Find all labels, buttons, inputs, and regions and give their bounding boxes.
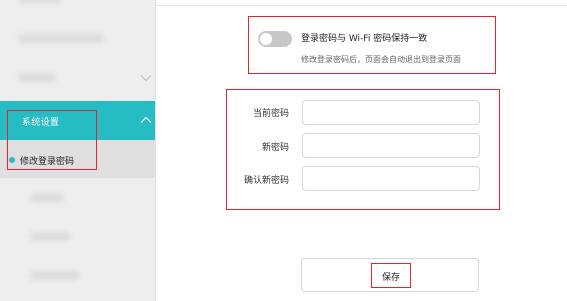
highlight-box-sidebar	[7, 110, 97, 170]
confirm-password-label: 确认新密码	[243, 176, 289, 186]
sidebar-divider	[155, 0, 156, 301]
highlight-box-save	[371, 263, 411, 288]
sidebar-item-blurred[interactable]	[18, 0, 62, 3]
current-password-label: 当前密码	[252, 109, 289, 119]
chevron-up-icon	[140, 116, 152, 123]
new-password-label: 新密码	[261, 143, 289, 153]
password-sync-label: 登录密码与 Wi-Fi 密码保持一致	[301, 34, 428, 44]
sidebar-item-blurred[interactable]	[30, 232, 70, 241]
sidebar-item-blurred[interactable]	[18, 73, 56, 82]
password-sync-hint: 修改登录密码后，页面会自动退出到登录页面	[301, 55, 461, 64]
chevron-down-icon[interactable]	[140, 74, 152, 82]
current-password-field[interactable]	[302, 100, 480, 125]
new-password-field[interactable]	[302, 133, 480, 158]
sidebar-item-blurred[interactable]	[18, 34, 104, 43]
password-sync-toggle[interactable]	[258, 31, 292, 47]
content-top-border	[156, 5, 567, 6]
sidebar-item-blurred[interactable]	[30, 271, 80, 280]
sidebar-item-blurred[interactable]	[30, 193, 64, 202]
toggle-knob	[260, 33, 272, 45]
confirm-password-field[interactable]	[302, 166, 480, 191]
